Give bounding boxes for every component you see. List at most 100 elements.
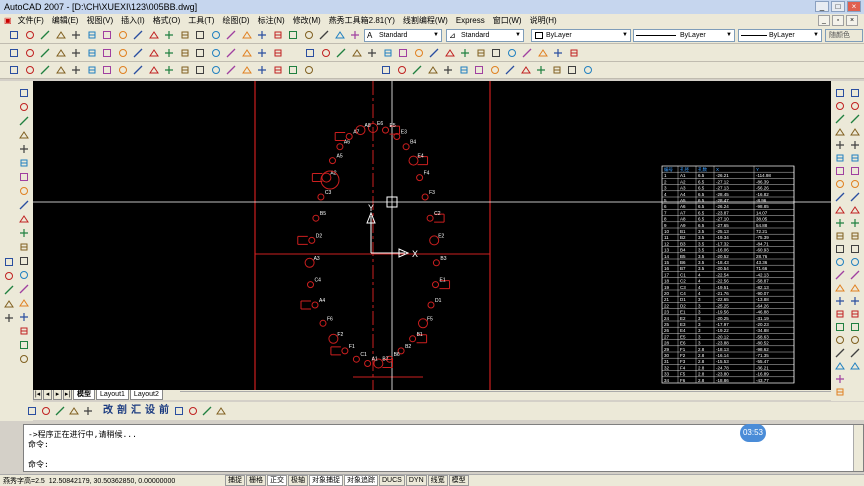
zoom-previous-button[interactable]: [241, 29, 253, 41]
polar-toggle[interactable]: 极轴: [288, 475, 308, 486]
xline-button[interactable]: [3, 284, 15, 296]
ellipse-arc-button[interactable]: [18, 241, 30, 253]
hole-button[interactable]: [225, 64, 237, 76]
text-style-combo[interactable]: A Standard ▼: [364, 29, 442, 42]
continue-button[interactable]: [163, 47, 175, 59]
quick-dim-button[interactable]: [132, 47, 144, 59]
measure-button[interactable]: [849, 347, 861, 359]
model-toggle[interactable]: 模型: [448, 475, 469, 486]
save-button[interactable]: [39, 29, 51, 41]
triangle-button[interactable]: [117, 64, 129, 76]
print-button[interactable]: [55, 29, 67, 41]
dim-edit-button[interactable]: [225, 47, 237, 59]
tool-button-5[interactable]: 前: [159, 405, 171, 417]
paste-button[interactable]: [132, 29, 144, 41]
lineweight-combo[interactable]: ByLayer ▼: [738, 29, 822, 42]
tee-button[interactable]: [24, 64, 36, 76]
drawing-canvas[interactable]: Y X E6 E5 E3 B4 E4 F4 F3 C2 E2 B3 E1 D1 F5 B1 B2 B6 B7 A1 C1…: [33, 81, 831, 390]
array-button[interactable]: [849, 139, 861, 151]
command-prompt[interactable]: 命令:: [28, 459, 49, 470]
cross-button[interactable]: [86, 64, 98, 76]
snap-toggle[interactable]: 捕捉: [225, 475, 245, 486]
dim-edit-button[interactable]: [521, 47, 533, 59]
copy-obj-button[interactable]: [834, 100, 846, 112]
tab-layout1[interactable]: Layout1: [96, 390, 129, 400]
publish-button[interactable]: [86, 29, 98, 41]
center-mark-button[interactable]: [210, 47, 222, 59]
plus-button[interactable]: [8, 64, 20, 76]
lengthen-button[interactable]: [834, 334, 846, 346]
command-scrollbar[interactable]: [853, 425, 863, 471]
line-button[interactable]: [18, 101, 30, 113]
ortho-toggle[interactable]: 正交: [267, 475, 287, 486]
dim-linear-button[interactable]: [8, 47, 20, 59]
bolt-button[interactable]: [535, 64, 547, 76]
chevron-down-icon[interactable]: ▼: [432, 31, 440, 40]
angle-button[interactable]: [520, 64, 532, 76]
continue-button[interactable]: [459, 47, 471, 59]
first-tab-button[interactable]: |◂: [33, 390, 42, 400]
bracket-button[interactable]: [566, 64, 578, 76]
zoom-window-button[interactable]: [225, 29, 237, 41]
tool-button-3[interactable]: 汇: [131, 405, 143, 417]
chevron-down-icon[interactable]: ▼: [725, 31, 733, 40]
dim-ordinate-button[interactable]: [55, 47, 67, 59]
tab-layout2[interactable]: Layout2: [129, 390, 163, 400]
text-a-button[interactable]: [82, 405, 94, 417]
erase-button[interactable]: [849, 87, 861, 99]
menu-draw[interactable]: 绘图(D): [218, 15, 253, 26]
dim-style-button[interactable]: [272, 47, 284, 59]
circle-button[interactable]: [18, 185, 30, 197]
doc-minimize-button[interactable]: _: [818, 15, 830, 26]
join-button[interactable]: [834, 256, 846, 268]
move-button[interactable]: [834, 152, 846, 164]
zoom-realtime-button[interactable]: [210, 29, 222, 41]
chamfer-button[interactable]: [834, 269, 846, 281]
copy-obj-button[interactable]: [849, 100, 861, 112]
copy-button[interactable]: [117, 29, 129, 41]
tolerance-button[interactable]: [194, 47, 206, 59]
line-button[interactable]: [504, 64, 516, 76]
stretch-button[interactable]: [834, 191, 846, 203]
close-button[interactable]: ×: [847, 1, 861, 12]
polygon-button[interactable]: [18, 143, 30, 155]
redo-button[interactable]: [179, 29, 191, 41]
layer-button[interactable]: [26, 405, 38, 417]
align-button[interactable]: [834, 321, 846, 333]
print-button[interactable]: [54, 405, 66, 417]
wave-button[interactable]: [70, 64, 82, 76]
clip-button[interactable]: [551, 64, 563, 76]
box-button[interactable]: [101, 64, 113, 76]
array-button[interactable]: [834, 139, 846, 151]
menu-express[interactable]: Express: [452, 16, 489, 25]
menu-dimension[interactable]: 标注(N): [254, 15, 289, 26]
make-block-button[interactable]: [18, 269, 30, 281]
erase-button[interactable]: [834, 87, 846, 99]
hatch-button[interactable]: [18, 297, 30, 309]
lineweight-toggle[interactable]: 线宽: [427, 475, 448, 486]
screw-button[interactable]: [256, 64, 268, 76]
align-button[interactable]: [849, 321, 861, 333]
scale-button[interactable]: [834, 178, 846, 190]
sheetset-button[interactable]: [303, 29, 315, 41]
wave-button[interactable]: [442, 64, 454, 76]
measure-button[interactable]: [834, 347, 846, 359]
line-button[interactable]: [132, 64, 144, 76]
trim-button[interactable]: [849, 204, 861, 216]
divide-button[interactable]: [849, 360, 861, 372]
point-button[interactable]: [18, 87, 30, 99]
app-icon[interactable]: ▣: [2, 16, 14, 25]
doc-close-button[interactable]: ×: [846, 15, 858, 26]
explode-button[interactable]: [834, 295, 846, 307]
point-style-button[interactable]: [18, 283, 30, 295]
plus-button[interactable]: [380, 64, 392, 76]
star-button[interactable]: [582, 64, 594, 76]
baseline-button[interactable]: [444, 47, 456, 59]
move-button[interactable]: [849, 152, 861, 164]
extend-button[interactable]: [849, 217, 861, 229]
maximize-button[interactable]: □: [831, 1, 845, 12]
open-button[interactable]: [24, 29, 36, 41]
chevron-down-icon[interactable]: ▼: [514, 31, 522, 40]
slot-button[interactable]: [55, 64, 67, 76]
spline-button[interactable]: [18, 213, 30, 225]
